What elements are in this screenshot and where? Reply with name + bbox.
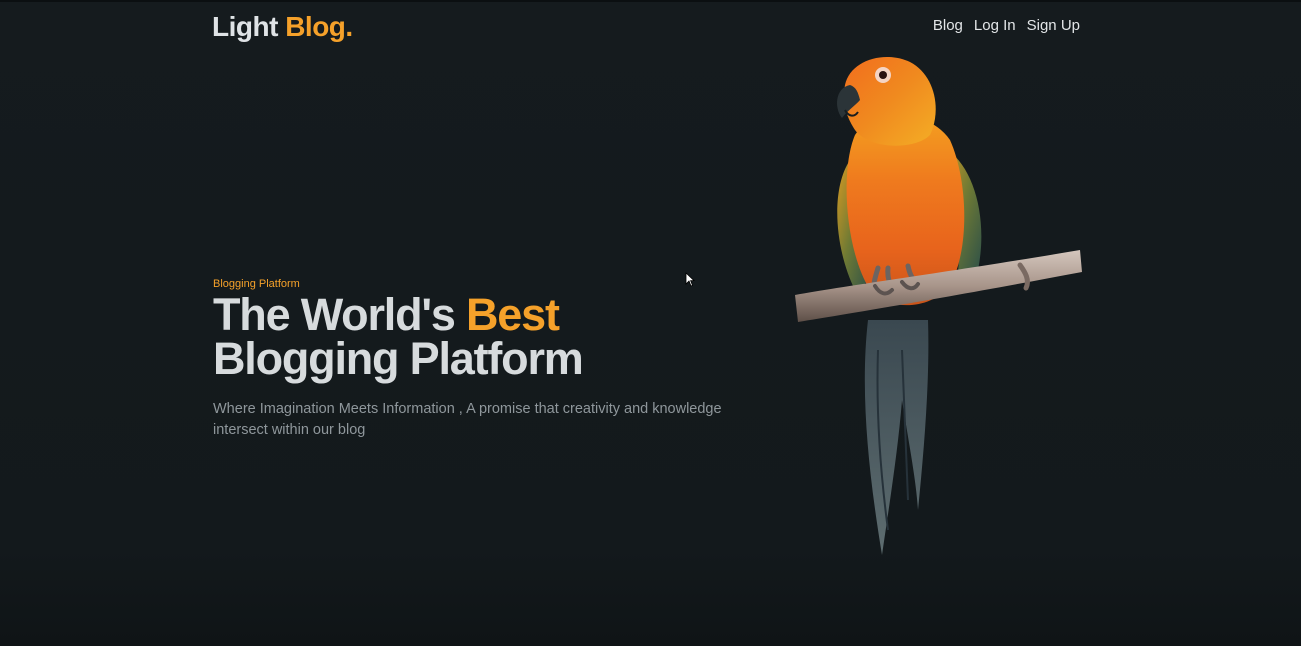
brand-name-accent: Blog. (285, 11, 353, 42)
landing-page: Light Blog. Blog Log In Sign Up Blogging… (0, 0, 1301, 646)
headline-line2: Blogging Platform (213, 333, 584, 384)
brand-logo[interactable]: Light Blog. (212, 10, 353, 44)
parrot-image (795, 56, 1082, 555)
nav-link-blog[interactable]: Blog (933, 16, 963, 36)
hero-headline: The World's Best Blogging Platform (213, 292, 773, 384)
nav-link-login[interactable]: Log In (974, 16, 1016, 36)
mouse-cursor-icon (685, 272, 695, 287)
top-nav: Blog Log In Sign Up (933, 16, 1080, 36)
brand-name-main: Light (212, 11, 278, 42)
hero-section: Blogging Platform The World's Best Blogg… (213, 277, 773, 441)
top-edge (0, 0, 1301, 2)
hero-description: Where Imagination Meets Information , A … (213, 401, 722, 438)
nav-link-signup[interactable]: Sign Up (1027, 16, 1080, 36)
